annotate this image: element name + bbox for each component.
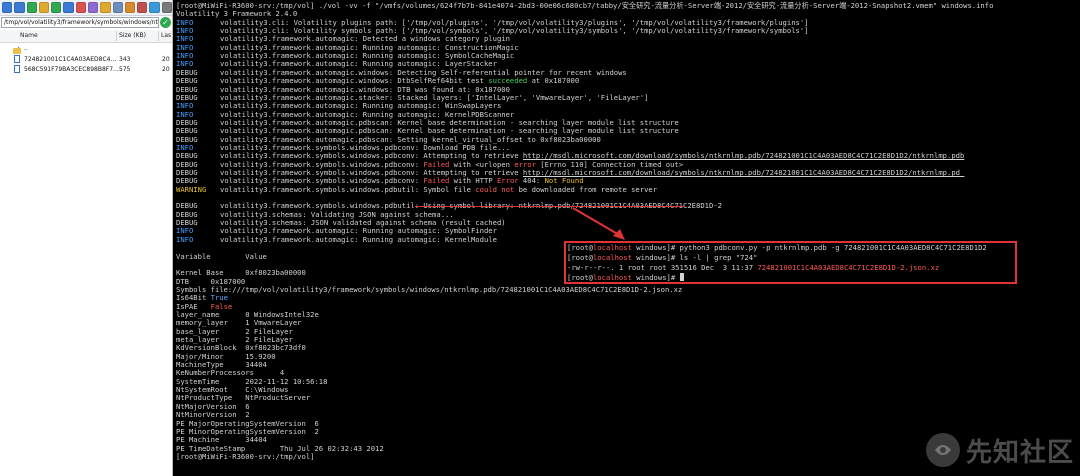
terminal-line: Variable Value (176, 252, 267, 261)
terminal-text: [root@MiWiFi-R3600-srv:/tmp/vol] (176, 451, 319, 461)
home-icon[interactable] (38, 2, 50, 13)
terminal-output[interactable]: [root@MiWiFi-R3600-srv:/tmp/vol] ./vol -… (173, 0, 1080, 476)
terminal-text: windows]# ls -l | grep "724" (631, 253, 758, 262)
terminal-text: [root@ (567, 253, 593, 262)
copy-icon[interactable] (87, 2, 99, 13)
terminal-text: be downloaded from remote server (514, 184, 658, 194)
file-icon (14, 65, 20, 73)
terminal-line: [root@localhost windows]# (567, 273, 684, 282)
file-date: 20 (162, 66, 170, 73)
file-row-parent[interactable]: ▲ .. (0, 44, 172, 54)
terminal-text: -rw-r--r--. 1 root root 351516 Dec 3 11:… (567, 263, 758, 272)
file-name: 568C591F79BA3CEC898B8F7... (24, 66, 119, 73)
terminal-text: volatility3.framework.automagic: Running… (220, 234, 497, 244)
path-go-icon[interactable]: ✓ (160, 17, 171, 28)
column-header-name[interactable]: Name (20, 30, 38, 42)
terminal-text: Symbols file:///tmp/vol/volatility3/fram… (176, 284, 683, 294)
terminal-cursor (679, 273, 684, 281)
file-browser-pane: /tmp/vol/volatility3/framework/symbols/w… (0, 0, 173, 476)
back-icon[interactable] (2, 2, 13, 13)
settings-icon[interactable] (161, 2, 172, 13)
column-divider[interactable] (158, 31, 159, 41)
path-input[interactable]: /tmp/vol/volatility3/framework/symbols/w… (1, 17, 159, 28)
new-folder-icon[interactable] (100, 2, 111, 13)
terminal-line: WARNING volatility3.framework.symbols.win… (176, 185, 657, 194)
refresh-icon[interactable] (26, 2, 37, 13)
error-underline (415, 206, 685, 207)
terminal-text: localhost (592, 243, 632, 252)
terminal-url[interactable]: http://msdl.microsoft.com/download/symbo… (523, 168, 964, 177)
terminal-line: Symbols file:///tmp/vol/volatility3/fram… (176, 285, 682, 294)
terminal-line: -rw-r--r--. 1 root root 351516 Dec 3 11:… (567, 263, 939, 272)
download-icon[interactable] (63, 2, 74, 13)
terminal-text: could not (475, 184, 515, 194)
edit-icon[interactable] (124, 2, 136, 13)
file-toolbar (0, 0, 172, 16)
terminal-text: windows]# (631, 273, 680, 282)
upload-icon[interactable] (51, 2, 62, 13)
terminal-text: localhost (592, 253, 632, 262)
terminal-text: at 0x187000 (527, 76, 580, 86)
xianzhi-logo-icon (925, 433, 960, 467)
terminal-text: localhost (592, 273, 632, 282)
terminal-line: [root@MiWiFi-R3600-srv:/tmp/vol] (176, 452, 319, 461)
column-header-last[interactable]: Las (161, 30, 171, 42)
file-icon (14, 55, 20, 63)
delete-icon[interactable] (75, 2, 86, 13)
log-level-label: INFO (176, 234, 194, 244)
properties-icon[interactable] (112, 2, 123, 13)
watermark-text: 先知社区 (965, 437, 1074, 468)
terminal-line: [root@localhost windows]# ls -l | grep "… (567, 253, 757, 262)
forward-icon[interactable] (14, 2, 25, 13)
file-list-header: Name Size (KB) Las (0, 30, 172, 43)
terminal-text: [root@ (567, 273, 593, 282)
terminal-text: Variable Value (176, 251, 267, 261)
terminal-line: [root@localhost windows]# python3 pdbcon… (567, 243, 987, 252)
file-row[interactable]: 568C591F79BA3CEC898B8F7... 575 20 (0, 65, 172, 75)
terminal-text: volatility3.framework.symbols.windows.pd… (220, 184, 476, 194)
terminal-line: [root@MiWiFi-R3600-srv:/tmp/vol] ./vol -… (176, 1, 993, 10)
terminal-line: INFO volatility3.framework.automagic: Run… (176, 235, 497, 244)
terminal-text: 724821001C1C4A03AED8C4C71C2E8D1D-2.json.… (757, 263, 940, 272)
link-icon[interactable] (149, 2, 160, 13)
file-size: 343 (119, 56, 131, 63)
bookmark-icon[interactable] (137, 2, 148, 13)
terminal-text: windows]# python3 pdbconv.py -p ntkrnlmp… (631, 243, 987, 252)
file-size: 575 (119, 66, 131, 73)
column-header-size[interactable]: Size (KB) (119, 30, 146, 42)
file-name: 724821001C1C4A03AED8C4... (24, 56, 117, 63)
column-divider[interactable] (116, 31, 117, 41)
watermark: 先知社区 (925, 430, 1074, 470)
file-date: 20 (162, 56, 170, 63)
terminal-text: [root@MiWiFi-R3600-srv:/tmp/vol] ./vol -… (176, 1, 994, 10)
terminal-text: [root@ (567, 243, 593, 252)
folder-icon (13, 48, 21, 54)
file-row[interactable]: 724821001C1C4A03AED8C4... 343 20 (0, 55, 172, 65)
log-level-label: WARNING (176, 184, 207, 194)
file-name: .. (24, 45, 28, 52)
